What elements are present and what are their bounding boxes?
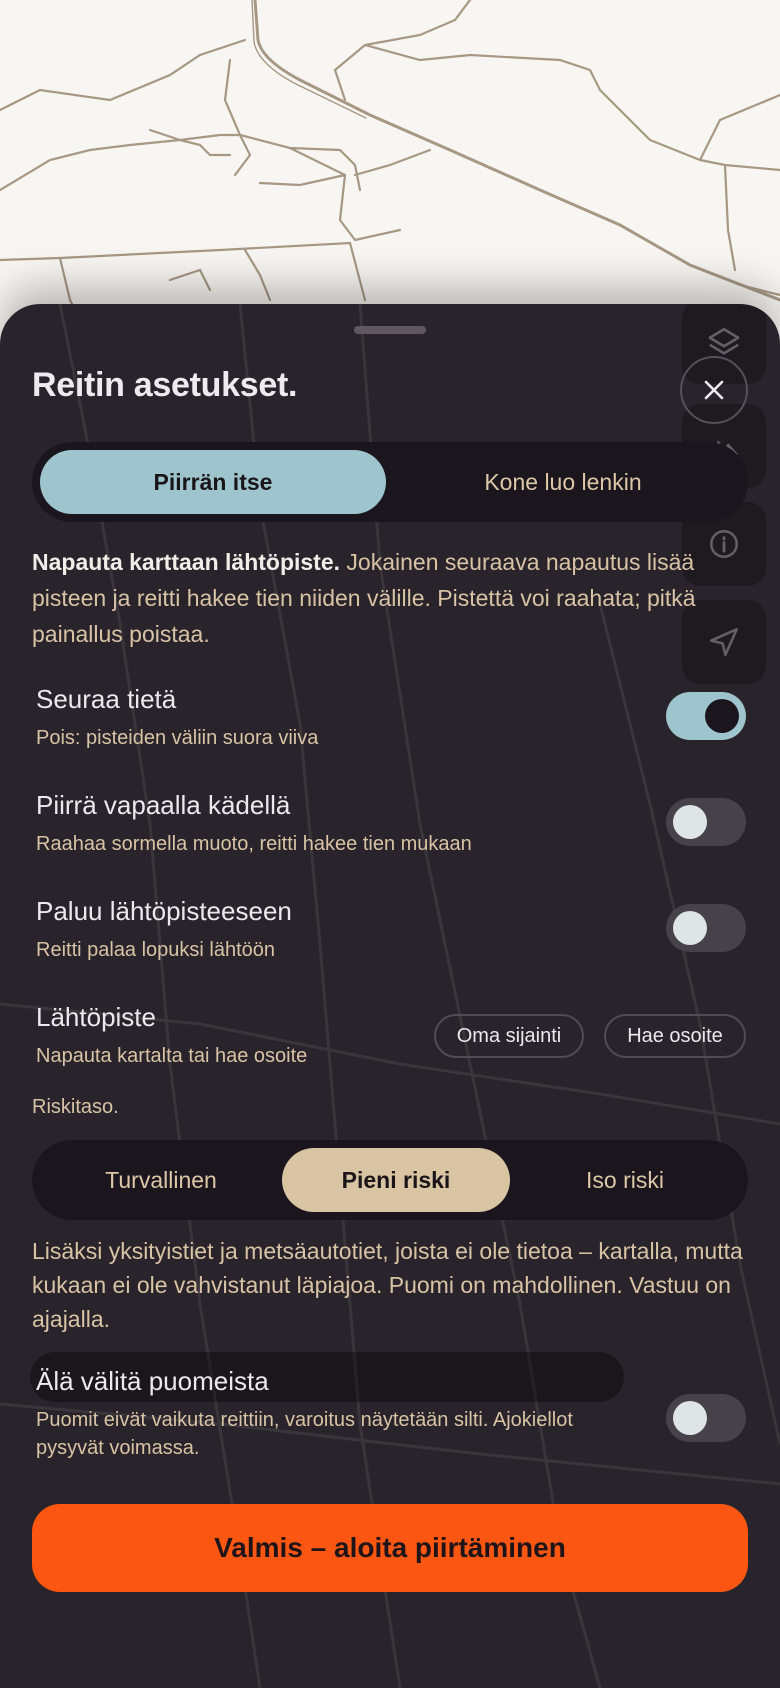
- layers-icon: [708, 327, 740, 355]
- setting-label: Älä välitä puomeista: [36, 1366, 269, 1396]
- sheet-title: Reitin asetukset.: [32, 366, 298, 404]
- search-address-button[interactable]: Hae osoite: [604, 1014, 746, 1058]
- mode-segmented-control: Piirrän itse Kone luo lenkin: [32, 442, 748, 522]
- route-settings-sheet: Reitin asetukset. Piirrän itse Kone luo …: [0, 304, 780, 1688]
- setting-label: Lähtöpiste: [36, 1002, 156, 1032]
- tab-risk-safe[interactable]: Turvallinen: [40, 1148, 282, 1212]
- setting-ignore-barriers: Älä välitä puomeista Puomit eivät vaikut…: [36, 1366, 746, 1466]
- drag-handle[interactable]: [354, 326, 426, 334]
- setting-description: Reitti palaa lopuksi lähtöön: [36, 939, 276, 961]
- instructions-text: Napauta karttaan lähtöpiste. Jokainen se…: [32, 544, 748, 652]
- follow-road-toggle[interactable]: [666, 692, 746, 740]
- ignore-barriers-toggle[interactable]: [666, 1394, 746, 1442]
- risk-level-label: Riskitaso.: [32, 1096, 119, 1118]
- close-button[interactable]: [680, 356, 748, 424]
- setting-return-to-start: Paluu lähtöpisteeseen Reitti palaa lopuk…: [36, 896, 746, 966]
- toggle-knob: [673, 1401, 707, 1435]
- freehand-toggle[interactable]: [666, 798, 746, 846]
- tab-risk-low[interactable]: Pieni riski: [282, 1148, 510, 1212]
- setting-description: Raahaa sormella muoto, reitti hakee tien…: [36, 833, 472, 855]
- setting-follow-road: Seuraa tietä Pois: pisteiden väliin suor…: [36, 684, 746, 754]
- setting-label: Paluu lähtöpisteeseen: [36, 896, 292, 926]
- tab-draw-myself[interactable]: Piirrän itse: [40, 450, 386, 514]
- risk-segmented-control: Turvallinen Pieni riski Iso riski: [32, 1140, 748, 1220]
- setting-freehand: Piirrä vapaalla kädellä Raahaa sormella …: [36, 790, 746, 860]
- setting-description: Pois: pisteiden väliin suora viiva: [36, 727, 319, 749]
- own-location-button[interactable]: Oma sijainti: [434, 1014, 584, 1058]
- setting-description: Puomit eivät vaikuta reittiin, varoitus …: [36, 1409, 573, 1459]
- risk-description: Lisäksi yksityistiet ja metsäautotiet, j…: [32, 1238, 743, 1332]
- close-icon: [704, 380, 724, 400]
- setting-label: Seuraa tietä: [36, 684, 177, 714]
- return-to-start-toggle[interactable]: [666, 904, 746, 952]
- tab-risk-high[interactable]: Iso riski: [510, 1148, 740, 1212]
- setting-label: Piirrä vapaalla kädellä: [36, 790, 291, 820]
- setting-start-point: Lähtöpiste Napauta kartalta tai hae osoi…: [36, 1002, 746, 1072]
- toggle-knob: [705, 699, 739, 733]
- instructions-bold: Napauta karttaan lähtöpiste.: [32, 549, 341, 575]
- toggle-knob: [673, 911, 707, 945]
- tab-auto-generate[interactable]: Kone luo lenkin: [386, 450, 740, 514]
- start-drawing-button[interactable]: Valmis – aloita piirtäminen: [32, 1504, 748, 1592]
- toggle-knob: [673, 805, 707, 839]
